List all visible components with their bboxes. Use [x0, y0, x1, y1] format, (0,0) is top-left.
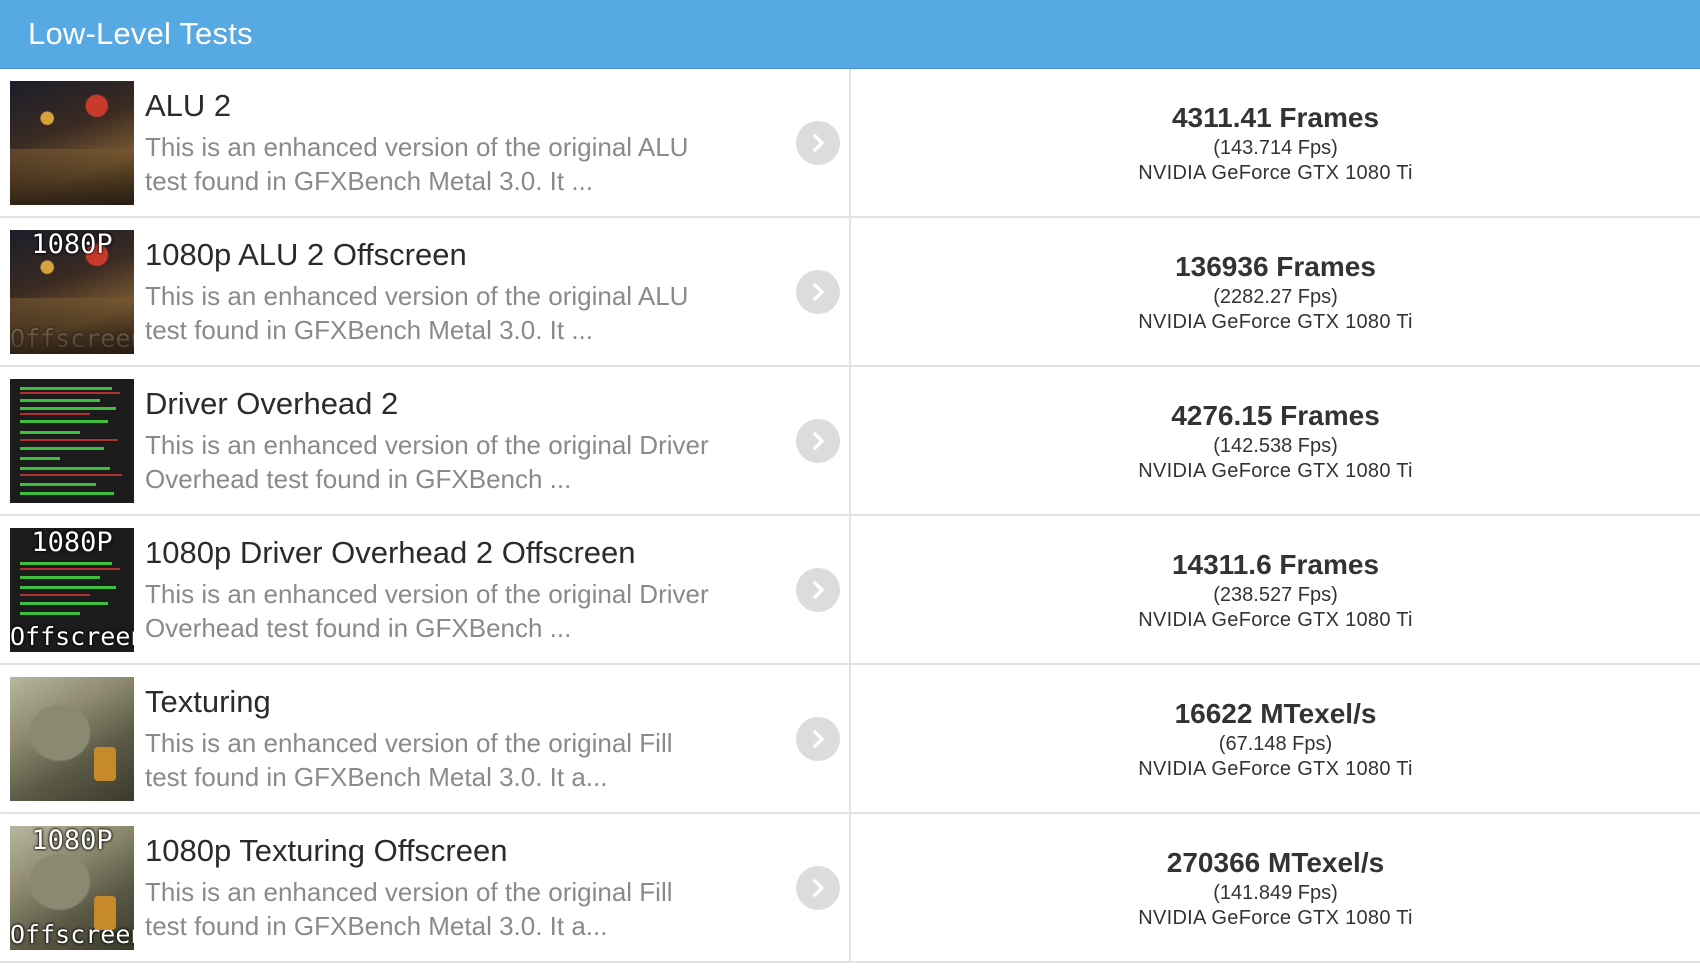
result-fps: (143.714 Fps) [1213, 136, 1338, 159]
test-info[interactable]: Driver Overhead 2 This is an enhanced ve… [0, 367, 851, 514]
test-row-alu-2[interactable]: ALU 2 This is an enhanced version of the… [0, 69, 1700, 218]
test-row-1080p-texturing-offscreen[interactable]: 1080P Offscreen 1080p Texturing Offscree… [0, 814, 1700, 963]
test-thumbnail: 1080P Offscreen [10, 229, 134, 354]
test-description-line1: This is an enhanced version of the origi… [145, 728, 673, 758]
result-gpu: NVIDIA GeForce GTX 1080 Ti [1138, 310, 1413, 333]
test-description-line1: This is an enhanced version of the origi… [145, 877, 673, 907]
test-title: Texturing [145, 684, 271, 719]
test-thumbnail: 1080P Offscreen [10, 825, 134, 950]
result-gpu: NVIDIA GeForce GTX 1080 Ti [1138, 161, 1413, 184]
test-text: 1080p Driver Overhead 2 Offscreen This i… [145, 534, 745, 645]
thumbnail-label-bottom: Offscreen [10, 919, 134, 949]
test-description-line1: This is an enhanced version of the origi… [145, 132, 689, 162]
test-result: 270366 MTexel/s (141.849 Fps) NVIDIA GeF… [851, 814, 1700, 961]
result-score: 4311.41 Frames [1171, 101, 1380, 133]
test-description-line2: test found in GFXBench Metal 3.0. It a..… [145, 762, 608, 792]
test-row-1080p-driver-overhead-2-offscreen[interactable]: 1080P Offscreen 1080p Driver Overhead 2 … [0, 516, 1700, 665]
test-thumbnail [10, 378, 134, 503]
result-fps: (2282.27 Fps) [1213, 285, 1338, 308]
chevron-right-icon[interactable] [796, 120, 840, 165]
result-score: 136936 Frames [1175, 250, 1376, 282]
test-description-line2: Overhead test found in GFXBench ... [145, 613, 572, 643]
test-row-texturing[interactable]: Texturing This is an enhanced version of… [0, 665, 1700, 814]
test-info[interactable]: 1080P Offscreen 1080p Driver Overhead 2 … [0, 516, 851, 663]
test-description-line2: test found in GFXBench Metal 3.0. It a..… [145, 911, 608, 941]
test-thumbnail [10, 80, 134, 205]
result-gpu: NVIDIA GeForce GTX 1080 Ti [1138, 459, 1413, 482]
test-text: Driver Overhead 2 This is an enhanced ve… [145, 385, 745, 496]
test-result: 4311.41 Frames (143.714 Fps) NVIDIA GeFo… [851, 69, 1700, 216]
thumbnail-label-top: 1080P [31, 229, 113, 260]
test-row-driver-overhead-2[interactable]: Driver Overhead 2 This is an enhanced ve… [0, 367, 1700, 516]
section-title: Low-Level Tests [28, 16, 253, 51]
result-fps: (142.538 Fps) [1213, 434, 1338, 457]
thumbnail-label-bottom: Offscreen [10, 621, 134, 651]
test-result: 16622 MTexel/s (67.148 Fps) NVIDIA GeFor… [851, 665, 1700, 812]
test-description-line1: This is an enhanced version of the origi… [145, 281, 689, 311]
test-list: ALU 2 This is an enhanced version of the… [0, 69, 1700, 963]
test-text: 1080p Texturing Offscreen This is an enh… [145, 832, 745, 943]
thumbnail-label-bottom: Offscreen [10, 323, 134, 353]
test-thumbnail: 1080P Offscreen [10, 527, 134, 652]
result-fps: (238.527 Fps) [1213, 583, 1338, 606]
thumbnail-label-top: 1080P [31, 825, 113, 856]
test-title: ALU 2 [145, 88, 232, 123]
result-score: 4276.15 Frames [1171, 399, 1380, 431]
chevron-right-icon[interactable] [796, 418, 840, 463]
test-info[interactable]: 1080P Offscreen 1080p Texturing Offscree… [0, 814, 851, 961]
result-gpu: NVIDIA GeForce GTX 1080 Ti [1138, 757, 1413, 780]
section-header: Low-Level Tests [0, 0, 1700, 69]
result-gpu: NVIDIA GeForce GTX 1080 Ti [1138, 608, 1413, 631]
test-result: 136936 Frames (2282.27 Fps) NVIDIA GeFor… [851, 218, 1700, 365]
chevron-right-icon[interactable] [796, 567, 840, 612]
test-description-line2: Overhead test found in GFXBench ... [145, 464, 572, 494]
chevron-right-icon[interactable] [796, 269, 840, 314]
test-thumbnail [10, 676, 134, 801]
test-title: 1080p Driver Overhead 2 Offscreen [145, 535, 636, 570]
test-description-line2: test found in GFXBench Metal 3.0. It ... [145, 315, 594, 345]
test-title: Driver Overhead 2 [145, 386, 399, 421]
test-result: 4276.15 Frames (142.538 Fps) NVIDIA GeFo… [851, 367, 1700, 514]
test-info[interactable]: ALU 2 This is an enhanced version of the… [0, 69, 851, 216]
test-description-line1: This is an enhanced version of the origi… [145, 430, 709, 460]
test-text: Texturing This is an enhanced version of… [145, 683, 745, 794]
result-score: 14311.6 Frames [1171, 548, 1380, 580]
test-description-line2: test found in GFXBench Metal 3.0. It ... [145, 166, 594, 196]
test-info[interactable]: 1080P Offscreen 1080p ALU 2 Offscreen Th… [0, 218, 851, 365]
test-title: 1080p Texturing Offscreen [145, 833, 508, 868]
test-description-line1: This is an enhanced version of the origi… [145, 579, 709, 609]
test-text: ALU 2 This is an enhanced version of the… [145, 87, 745, 198]
result-fps: (141.849 Fps) [1213, 881, 1338, 904]
result-score: 16622 MTexel/s [1174, 697, 1377, 729]
test-info[interactable]: Texturing This is an enhanced version of… [0, 665, 851, 812]
result-gpu: NVIDIA GeForce GTX 1080 Ti [1138, 906, 1413, 929]
result-fps: (67.148 Fps) [1218, 732, 1333, 755]
result-score: 270366 MTexel/s [1166, 846, 1385, 878]
thumbnail-label-top: 1080P [31, 527, 113, 558]
chevron-right-icon[interactable] [796, 865, 840, 910]
test-result: 14311.6 Frames (238.527 Fps) NVIDIA GeFo… [851, 516, 1700, 663]
chevron-right-icon[interactable] [796, 716, 840, 761]
test-row-1080p-alu-2-offscreen[interactable]: 1080P Offscreen 1080p ALU 2 Offscreen Th… [0, 218, 1700, 367]
test-text: 1080p ALU 2 Offscreen This is an enhance… [145, 236, 745, 347]
test-title: 1080p ALU 2 Offscreen [145, 237, 467, 272]
